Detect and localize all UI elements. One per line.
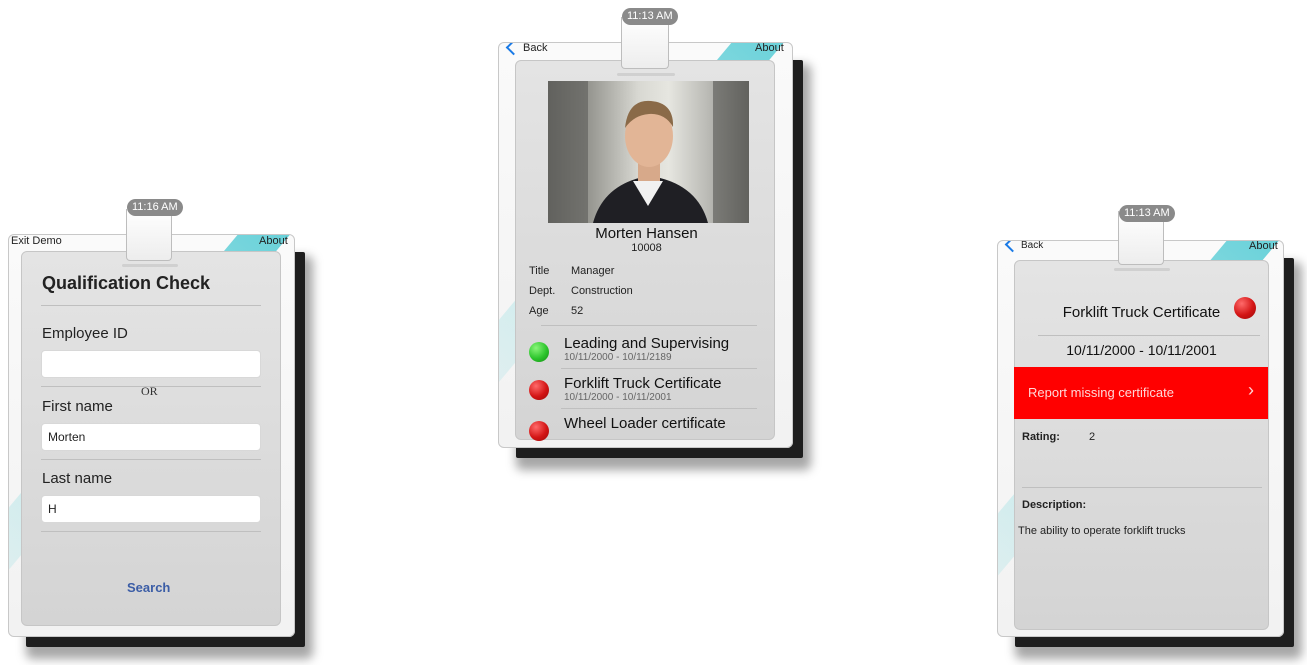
status-red-icon [529,421,549,441]
status-bar-time: 11:13 AM [1119,205,1175,222]
certificate-dates: 10/11/2000 - 10/11/2189 [564,352,672,363]
person-silhouette-icon [548,81,749,223]
report-label: Report missing certificate [1028,385,1174,400]
qualification-check-screen: Exit Demo About Qualification Check Empl… [8,234,295,637]
description-text: The ability to operate forklift trucks [1018,525,1186,537]
divider [561,368,757,369]
info-value: 52 [571,305,584,317]
certificate-name: Leading and Supervising [564,335,730,352]
certificate-name: Forklift Truck Certificate [564,375,722,392]
divider [561,408,757,409]
back-chevron-icon[interactable] [505,43,522,56]
report-missing-certificate-button[interactable]: Report missing certificate › [1014,367,1268,419]
info-key: Title [529,265,550,277]
last-name-field[interactable] [41,495,261,523]
description-label: Description: [1022,499,1087,511]
employee-photo [548,81,749,223]
info-key: Age [529,305,549,317]
about-button[interactable]: About [755,43,784,54]
employee-name: Morten Hansen [595,225,698,242]
about-button[interactable]: About [1249,241,1278,252]
info-value: Construction [571,285,633,297]
page-title: Qualification Check [42,273,211,293]
status-green-icon [529,342,549,362]
or-separator: OR [141,384,158,398]
certificate-detail-screen: Back About Forklift Truck Certificate 10… [997,240,1284,637]
divider [41,531,261,532]
first-name-field[interactable] [41,423,261,451]
search-button[interactable]: Search [127,580,170,595]
divider [1038,335,1260,336]
certificate-dates: 10/11/2000 - 10/11/2001 [1066,342,1217,358]
rating-value: 2 [1089,431,1096,443]
status-bar-time: 11:16 AM [127,199,183,216]
back-chevron-icon[interactable] [1004,241,1021,253]
last-name-label: Last name [42,470,113,487]
certificate-dates: 10/11/2000 - 10/11/2001 [564,392,672,403]
badge-slot [1114,268,1170,271]
employee-number: 10008 [631,242,662,254]
rating-label: Rating: [1022,431,1060,443]
badge-slot [617,73,675,76]
certificate-name: Wheel Loader certificate [564,415,726,432]
status-red-icon [529,380,549,400]
exit-demo-button[interactable]: Exit Demo [11,235,62,247]
divider [541,325,757,326]
employee-profile-screen: Back About Morten Hansen 10008 Title Man… [498,42,793,448]
back-button[interactable]: Back [1021,241,1043,251]
back-button[interactable]: Back [523,43,547,54]
divider [41,305,261,306]
first-name-label: First name [42,398,113,415]
status-bar-time: 11:13 AM [622,8,678,25]
divider [41,459,261,460]
employee-id-field[interactable] [41,350,261,378]
chevron-right-icon: › [1248,380,1254,400]
about-button[interactable]: About [259,235,288,247]
badge-clip [126,209,172,261]
certificate-title: Forklift Truck Certificate [1062,304,1221,321]
divider [1022,487,1262,488]
badge-slot [122,264,178,267]
employee-id-label: Employee ID [42,325,128,342]
info-key: Dept. [529,285,556,297]
info-value: Manager [571,265,615,277]
